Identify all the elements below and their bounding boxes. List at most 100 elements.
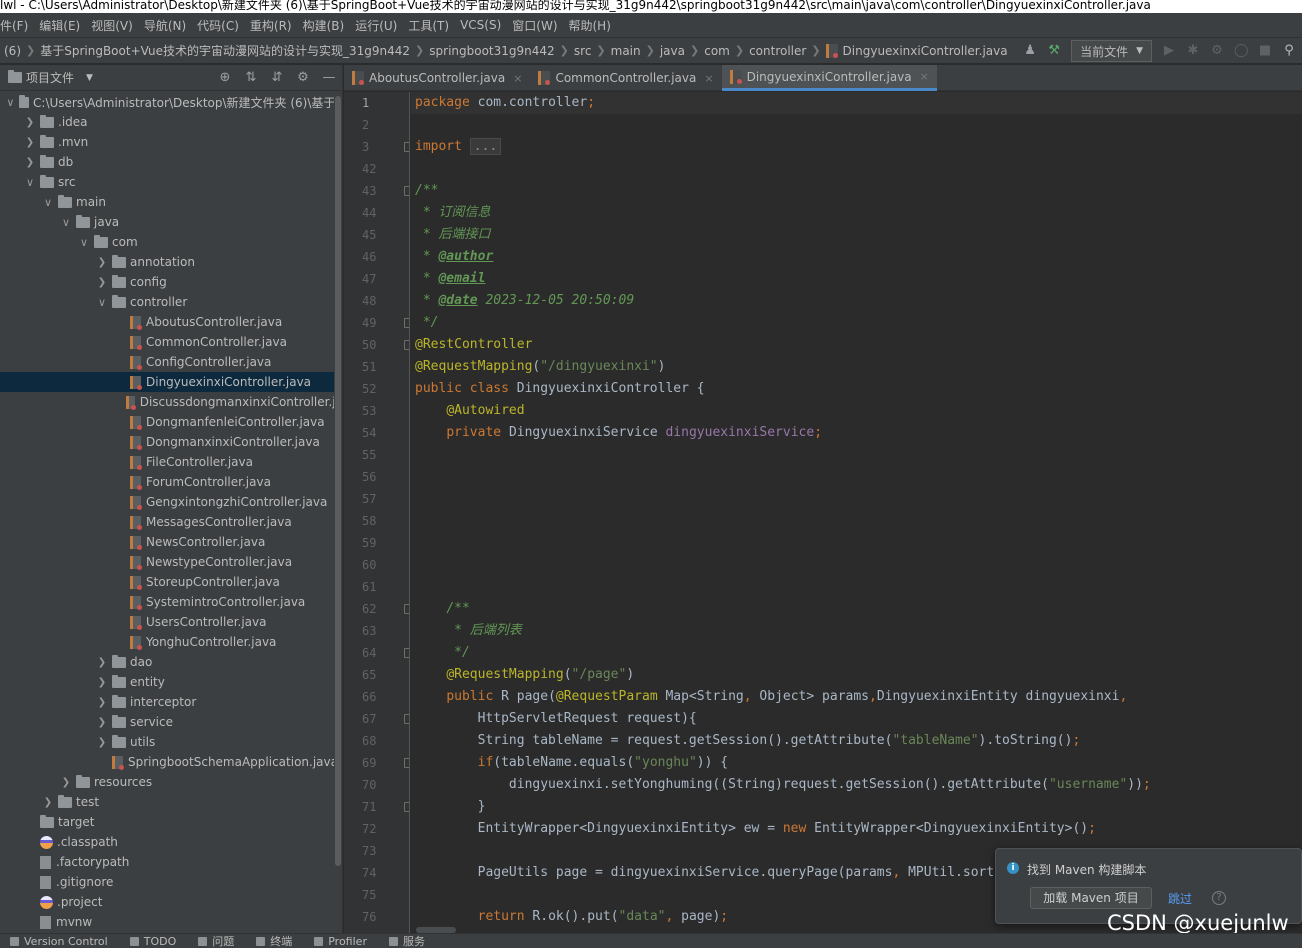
tree-item[interactable]: ∨ controller	[0, 292, 342, 312]
chevron-right-icon[interactable]: ❯	[24, 117, 36, 128]
fold-marker-icon[interactable]	[404, 186, 409, 196]
tree-item[interactable]: ❯ service	[0, 712, 342, 732]
search-icon[interactable]: ⚲	[1282, 44, 1296, 58]
chevron-down-icon[interactable]: ∨	[6, 96, 15, 109]
tree-item[interactable]: .classpath	[0, 832, 342, 852]
tree-item[interactable]: GengxintongzhiController.java	[0, 492, 342, 512]
breadcrumb-item[interactable]: controller	[749, 44, 806, 58]
project-scrollbar[interactable]	[334, 92, 342, 932]
tool-window-button[interactable]: 问题	[198, 934, 234, 948]
tree-item[interactable]: ❯ entity	[0, 672, 342, 692]
fold-marker-icon[interactable]	[404, 340, 409, 350]
tree-item[interactable]: CommonController.java	[0, 332, 342, 352]
run-icon[interactable]: ▶	[1162, 44, 1176, 58]
breadcrumb-item[interactable]: java	[660, 44, 685, 58]
tree-item[interactable]: ❯ utils	[0, 732, 342, 752]
load-maven-button[interactable]: 加载 Maven 项目	[1030, 887, 1152, 909]
chevron-down-icon[interactable]: ∨	[60, 216, 72, 229]
menu-item[interactable]: 视图(V)	[91, 17, 133, 34]
tree-item[interactable]: NewsController.java	[0, 532, 342, 552]
tree-item[interactable]: DongmanfenleiController.java	[0, 412, 342, 432]
fold-marker-icon[interactable]	[404, 648, 409, 658]
chevron-right-icon[interactable]: ❯	[96, 697, 108, 708]
menu-item[interactable]: 重构(R)	[250, 17, 292, 34]
chevron-right-icon[interactable]: ❯	[96, 717, 108, 728]
stop-icon[interactable]: ■	[1258, 44, 1272, 58]
tool-window-button[interactable]: Version Control	[10, 934, 108, 948]
tree-item[interactable]: ForumController.java	[0, 472, 342, 492]
tree-item[interactable]: .factorypath	[0, 852, 342, 872]
menu-item[interactable]: 帮助(H)	[569, 17, 611, 34]
user-icon[interactable]: ♟	[1023, 44, 1037, 58]
chevron-down-icon[interactable]: ∨	[96, 296, 108, 309]
fold-marker-icon[interactable]	[404, 714, 409, 724]
tree-item[interactable]: FileController.java	[0, 452, 342, 472]
tree-item[interactable]: StoreupController.java	[0, 572, 342, 592]
tree-item[interactable]: AboutusController.java	[0, 312, 342, 332]
chevron-right-icon[interactable]: ❯	[96, 657, 108, 668]
tree-item[interactable]: MessagesController.java	[0, 512, 342, 532]
tool-window-button[interactable]: Profiler	[314, 934, 367, 948]
tree-item[interactable]: ConfigController.java	[0, 352, 342, 372]
menu-item[interactable]: 工具(T)	[408, 17, 449, 34]
tree-item[interactable]: YonghuController.java	[0, 632, 342, 652]
project-panel-title[interactable]: 项目文件	[26, 69, 74, 86]
fold-marker-icon[interactable]	[404, 758, 409, 768]
skip-link[interactable]: 跳过	[1168, 890, 1192, 907]
menu-item[interactable]: 窗口(W)	[512, 17, 557, 34]
tool-window-button[interactable]: 服务	[388, 934, 425, 948]
coverage-icon[interactable]: ⚙	[1210, 44, 1224, 58]
menu-item[interactable]: 导航(N)	[144, 17, 186, 34]
chevron-right-icon[interactable]: ❯	[96, 277, 108, 288]
chevron-right-icon[interactable]: ❯	[96, 737, 108, 748]
tree-item[interactable]: ❯ db	[0, 152, 342, 172]
close-icon[interactable]: ×	[704, 72, 713, 85]
breadcrumb-item[interactable]: main	[611, 44, 641, 58]
build-hammer-icon[interactable]: ⚒	[1047, 44, 1061, 58]
tree-item[interactable]: DongmanxinxiController.java	[0, 432, 342, 452]
breadcrumb-item[interactable]: (6)	[4, 44, 21, 58]
tree-item[interactable]: ❯ interceptor	[0, 692, 342, 712]
fold-marker-icon[interactable]	[404, 802, 409, 812]
tree-item[interactable]: target	[0, 812, 342, 832]
tree-item[interactable]: ❯ annotation	[0, 252, 342, 272]
run-config-select[interactable]: 当前文件 ▼	[1071, 40, 1152, 62]
tree-item[interactable]: ❯ config	[0, 272, 342, 292]
menu-item[interactable]: 运行(U)	[355, 17, 397, 34]
profile-icon[interactable]: ◯	[1234, 44, 1249, 58]
help-icon[interactable]: ?	[1212, 891, 1226, 905]
chevron-down-icon[interactable]: ∨	[42, 196, 54, 209]
tree-item[interactable]: NewstypeController.java	[0, 552, 342, 572]
tree-item[interactable]: ❯ resources	[0, 772, 342, 792]
tree-item[interactable]: ❯ .mvn	[0, 132, 342, 152]
debug-icon[interactable]: ✱	[1186, 44, 1200, 58]
code-editor[interactable]: package com.controller; import ... /** * 订…	[411, 92, 1302, 933]
gear-icon[interactable]: ⚙	[296, 71, 310, 85]
tree-item[interactable]: DingyuexinxiController.java	[0, 372, 342, 392]
tree-item[interactable]: ❯ .idea	[0, 112, 342, 132]
chevron-down-icon[interactable]: ∨	[78, 236, 90, 249]
chevron-right-icon[interactable]: ❯	[24, 157, 36, 168]
tree-item[interactable]: ∨ main	[0, 192, 342, 212]
tool-window-button[interactable]: 终端	[256, 934, 292, 948]
tree-item[interactable]: ❯ dao	[0, 652, 342, 672]
tree-item[interactable]: ∨ java	[0, 212, 342, 232]
tree-item[interactable]: UsersController.java	[0, 612, 342, 632]
breadcrumb-item[interactable]: springboot31g9n442	[429, 44, 554, 58]
tree-item[interactable]: SpringbootSchemaApplication.java	[0, 752, 342, 772]
tree-item[interactable]: ∨ C:\Users\Administrator\Desktop\新建文件夹 (6…	[0, 92, 342, 112]
tree-item[interactable]: .gitignore	[0, 872, 342, 892]
chevron-right-icon[interactable]: ❯	[96, 257, 108, 268]
breadcrumb-item[interactable]: 基于SpringBoot+Vue技术的宇宙动漫网站的设计与实现_31g9n442	[40, 42, 410, 59]
chevron-down-icon[interactable]: ▼	[86, 73, 93, 83]
locate-icon[interactable]: ⊕	[218, 71, 232, 85]
close-icon[interactable]: ×	[920, 70, 929, 83]
close-icon[interactable]: ×	[513, 72, 522, 85]
editor-tab[interactable]: CommonController.java ×	[530, 65, 721, 91]
tree-item[interactable]: mvnw	[0, 912, 342, 932]
editor-tab[interactable]: DingyuexinxiController.java ×	[721, 65, 937, 91]
breadcrumb-item[interactable]: src	[574, 44, 592, 58]
window-controls[interactable]	[1262, 0, 1302, 13]
breadcrumb-item[interactable]: DingyuexinxiController.java	[825, 43, 1008, 58]
fold-marker-icon[interactable]	[404, 604, 409, 614]
